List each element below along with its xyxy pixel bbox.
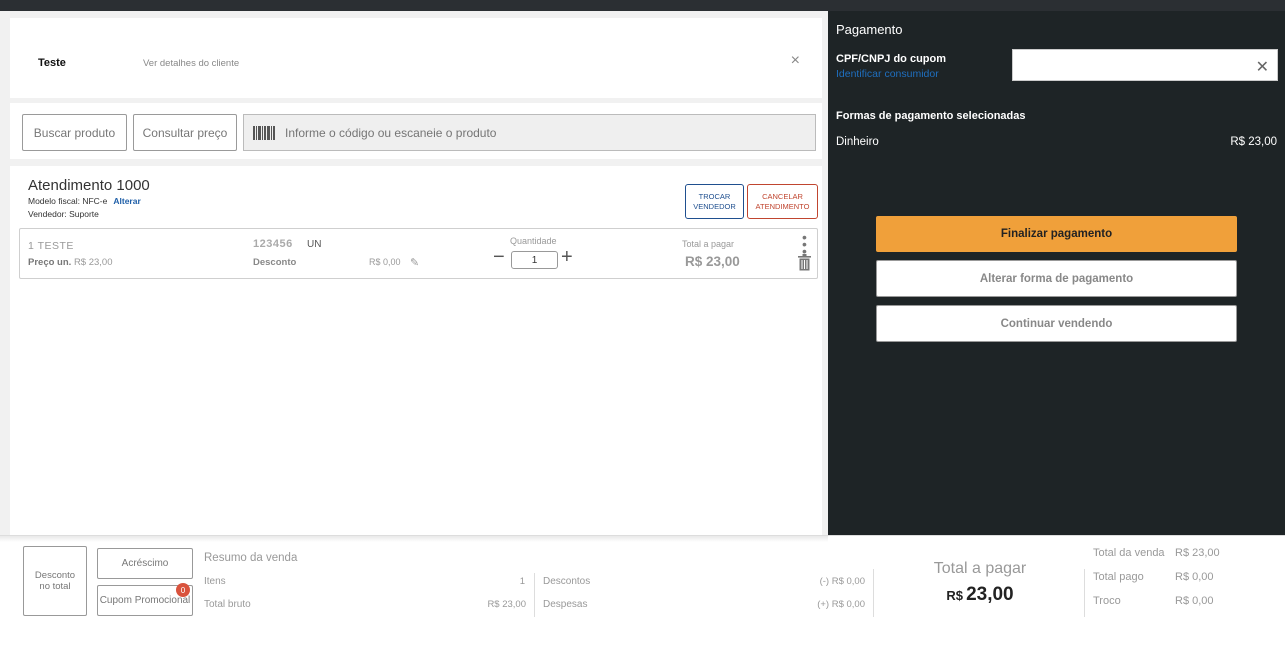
quantity-decrease-button[interactable]: − <box>493 247 505 267</box>
atendimento-card: Atendimento 1000 Modelo fiscal: NFC-e Alt… <box>10 166 822 535</box>
customer-details-link[interactable]: Ver detalhes do cliente <box>143 58 239 69</box>
desconto-total-button[interactable]: Desconto no total <box>23 546 87 616</box>
sale-item-row: 1 TESTE Preço un. R$ 23,00 123456 UN Des… <box>19 228 818 279</box>
finalizar-pagamento-button[interactable]: Finalizar pagamento <box>876 216 1237 252</box>
payment-title: Pagamento <box>836 22 903 37</box>
total-venda-value: R$ 23,00 <box>1175 547 1220 559</box>
item-total-label: Total a pagar <box>682 239 735 249</box>
acrescimo-button[interactable]: Acréscimo <box>97 548 193 579</box>
buscar-produto-button[interactable]: Buscar produto <box>22 114 127 151</box>
clear-icon[interactable]: ✕ <box>1256 57 1269 77</box>
total-bruto-value: R$ 23,00 <box>487 599 526 610</box>
cancelar-atendimento-button[interactable]: CANCELAR ATENDIMENTO <box>747 184 818 219</box>
trash-icon[interactable] <box>798 254 811 271</box>
sale-summary-bar: Desconto no total Acréscimo Cupom Promoci… <box>0 535 1285 651</box>
atendimento-title: Atendimento 1000 <box>28 177 150 194</box>
more-options-icon[interactable]: • • • <box>802 230 807 258</box>
despesas-label: Despesas <box>543 599 588 610</box>
divider <box>0 536 828 542</box>
despesas-value: (+) R$ 0,00 <box>817 599 865 610</box>
total-pago-label: Total pago <box>1093 571 1144 583</box>
alterar-modelo-link[interactable]: Alterar <box>113 196 140 206</box>
troco-value: R$ 0,00 <box>1175 595 1214 607</box>
item-discount-label: Desconto <box>253 257 297 268</box>
sale-panel: Teste Ver detalhes do cliente × Buscar p… <box>0 11 828 535</box>
descontos-value: (-) R$ 0,00 <box>819 576 865 587</box>
quantity-label: Quantidade <box>510 236 557 246</box>
close-icon[interactable]: × <box>791 52 800 70</box>
payment-method-value: R$ 23,00 <box>1230 136 1277 148</box>
troco-label: Troco <box>1093 595 1121 607</box>
divider <box>534 573 535 617</box>
divider <box>1084 569 1085 617</box>
quantity-input[interactable] <box>511 251 558 269</box>
payment-method-name: Dinheiro <box>836 136 879 148</box>
total-pago-value: R$ 0,00 <box>1175 571 1214 583</box>
customer-header: Teste Ver detalhes do cliente × <box>10 18 822 98</box>
descontos-label: Descontos <box>543 576 591 587</box>
alterar-forma-pagamento-button[interactable]: Alterar forma de pagamento <box>876 260 1237 297</box>
barcode-field[interactable] <box>243 114 816 151</box>
cupom-count-badge: 0 <box>176 583 190 597</box>
consultar-preco-button[interactable]: Consultar preço <box>133 114 237 151</box>
modelo-fiscal-label: Modelo fiscal: NFC-e <box>28 196 108 206</box>
divider <box>873 569 874 617</box>
quantity-increase-button[interactable]: + <box>561 247 573 267</box>
product-search-bar: Buscar produto Consultar preço <box>10 103 822 159</box>
modelo-fiscal: Modelo fiscal: NFC-e Alterar <box>28 196 141 206</box>
payment-panel: Pagamento CPF/CNPJ do cupom Identificar … <box>828 11 1285 535</box>
item-discount-value: R$ 0,00 <box>369 257 401 267</box>
item-total-value: R$ 23,00 <box>685 254 740 269</box>
resumo-title: Resumo da venda <box>204 552 298 564</box>
item-unit: UN <box>307 239 322 250</box>
top-bar <box>0 0 1285 11</box>
item-code: 123456 <box>253 238 293 250</box>
cpf-input[interactable]: ✕ <box>1012 49 1278 81</box>
barcode-icon <box>253 125 275 140</box>
continuar-vendendo-button[interactable]: Continuar vendendo <box>876 305 1237 342</box>
itens-value: 1 <box>519 576 525 587</box>
barcode-input[interactable] <box>285 125 815 140</box>
total-bruto-label: Total bruto <box>204 599 251 610</box>
item-unit-price: Preço un. R$ 23,00 <box>28 257 113 268</box>
customer-name: Teste <box>38 57 66 69</box>
total-a-pagar-value: R$ 23,00 <box>946 584 1014 605</box>
trocar-vendedor-button[interactable]: TROCAR VENDEDOR <box>685 184 744 219</box>
cpf-label: CPF/CNPJ do cupom <box>836 53 947 65</box>
itens-label: Itens <box>204 576 226 587</box>
total-venda-label: Total da venda <box>1093 547 1165 559</box>
formas-pagamento-title: Formas de pagamento selecionadas <box>836 110 1026 122</box>
vendedor-label: Vendedor: Suporte <box>28 209 99 219</box>
total-a-pagar-label: Total a pagar <box>933 560 1027 577</box>
identificar-consumidor-link[interactable]: Identificar consumidor <box>836 68 939 80</box>
pencil-icon[interactable]: ✎ <box>410 256 419 269</box>
item-name: 1 TESTE <box>28 240 74 252</box>
